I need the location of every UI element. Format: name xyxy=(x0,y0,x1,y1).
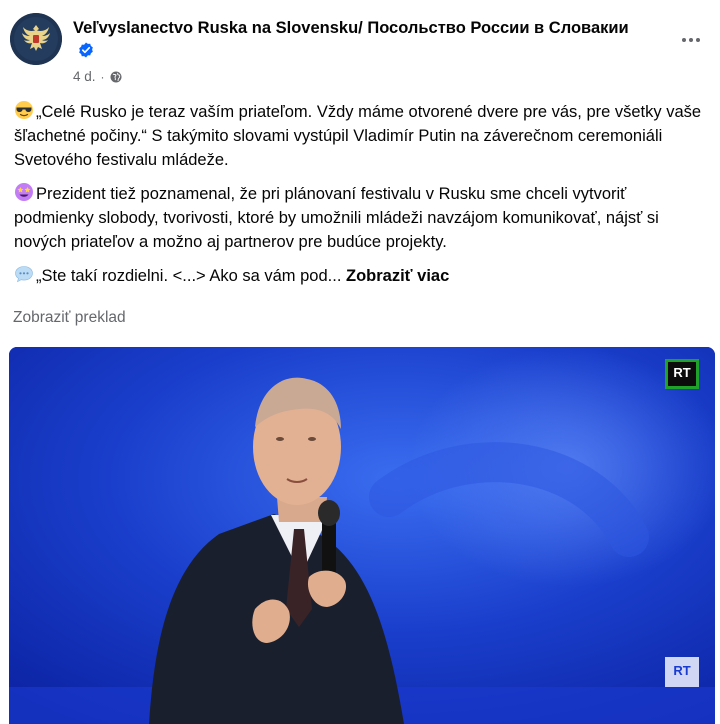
video-frame-image xyxy=(9,347,715,724)
meta-separator: · xyxy=(100,69,105,84)
post-text: „Celé Rusko je teraz vaším priateľom. Vž… xyxy=(14,100,710,298)
post-meta: 4 d. · xyxy=(73,69,122,84)
more-dot-icon xyxy=(696,38,700,42)
speech-bubble-emoji-icon xyxy=(15,266,33,283)
sunglasses-emoji-icon xyxy=(15,101,33,119)
more-options-button[interactable] xyxy=(676,29,706,51)
post-time[interactable]: 4 d. xyxy=(73,69,96,84)
see-more-link[interactable]: Zobraziť viac xyxy=(346,267,449,285)
post-paragraph: „Celé Rusko je teraz vaším priateľom. Vž… xyxy=(14,100,710,172)
paragraph-text: „Celé Rusko je teraz vaším priateľom. Vž… xyxy=(14,103,702,169)
post-header: Veľvyslanectvo Ruska na Slovensku/ Посол… xyxy=(10,11,710,91)
verified-badge-icon xyxy=(79,42,93,58)
paragraph-text: Prezident tiež poznamenal, že pri plánov… xyxy=(14,185,659,251)
author-name[interactable]: Veľvyslanectvo Ruska na Slovensku/ Посол… xyxy=(73,19,629,37)
post-video[interactable]: RT RT xyxy=(9,347,715,724)
post-paragraph: Prezident tiež poznamenal, že pri plánov… xyxy=(14,182,710,254)
star-struck-emoji-icon xyxy=(15,183,33,201)
more-dot-icon xyxy=(682,38,686,42)
page-avatar[interactable] xyxy=(10,13,62,65)
see-translation-link[interactable]: Zobraziť preklad xyxy=(13,309,126,327)
post-card: Veľvyslanectvo Ruska na Slovensku/ Посол… xyxy=(0,0,720,724)
globe-icon xyxy=(110,71,122,82)
more-dot-icon xyxy=(689,38,693,42)
rt-watermark-top: RT xyxy=(673,365,691,380)
paragraph-text: „Ste takí rozdielni. <...> Ako sa vám po… xyxy=(36,267,342,285)
author-line: Veľvyslanectvo Ruska na Slovensku/ Посол… xyxy=(73,17,633,63)
eagle-emblem-icon xyxy=(10,13,62,65)
rt-watermark-bottom: RT xyxy=(673,663,691,678)
post-paragraph: „Ste takí rozdielni. <...> Ako sa vám po… xyxy=(14,264,710,288)
